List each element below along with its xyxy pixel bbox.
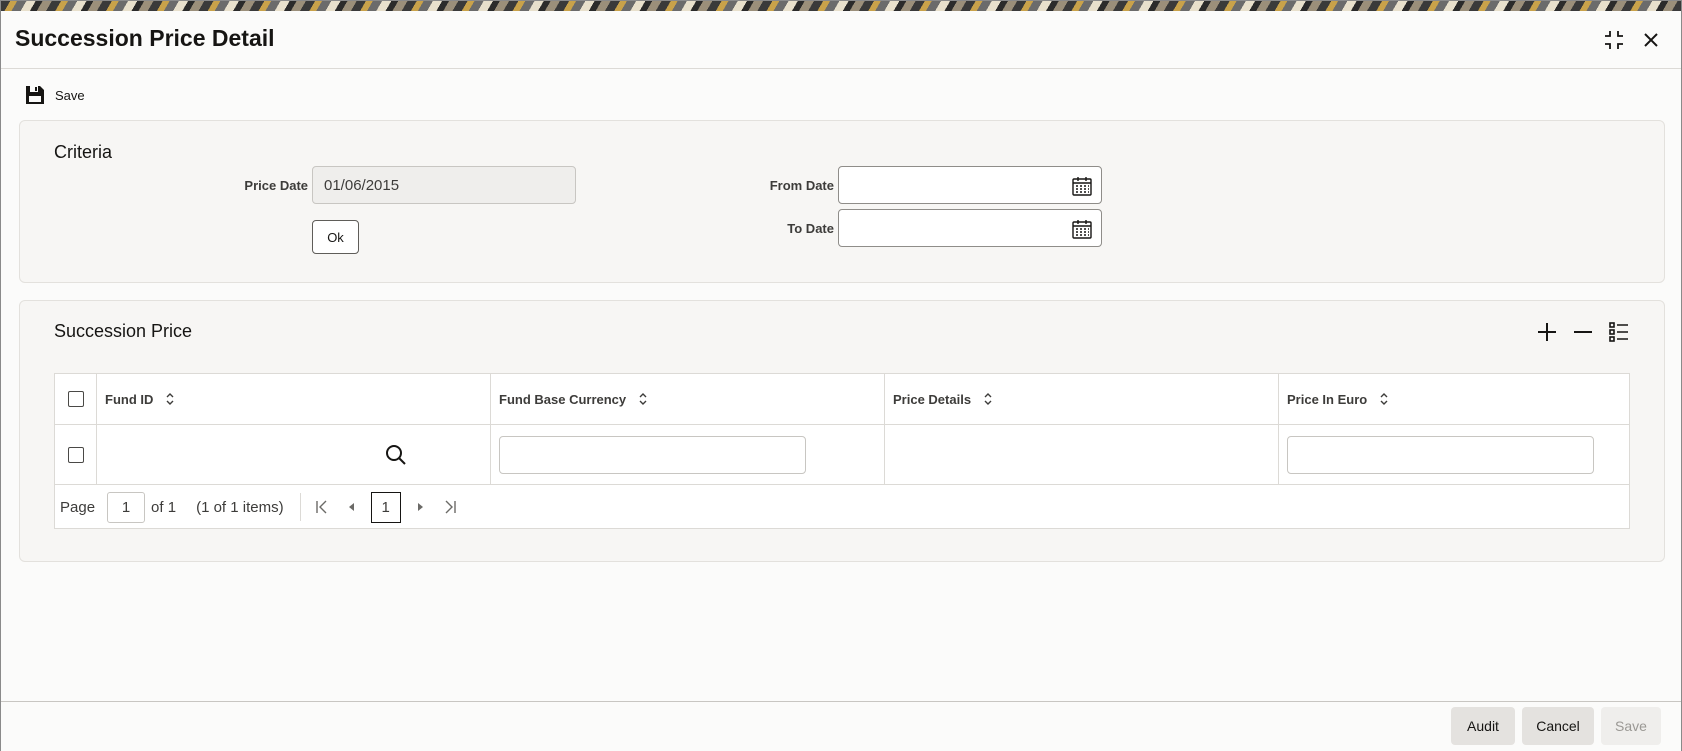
header-select-cell <box>55 374 97 424</box>
sort-icon[interactable] <box>638 392 648 406</box>
column-header-price-in-euro[interactable]: Price In Euro <box>1279 374 1629 424</box>
column-header-label: Fund ID <box>105 391 154 407</box>
calendar-icon[interactable] <box>1071 218 1093 240</box>
fund-base-currency-cell <box>491 425 885 484</box>
cancel-button[interactable]: Cancel <box>1522 707 1594 745</box>
audit-button[interactable]: Audit <box>1451 707 1515 745</box>
column-header-fund-base-currency[interactable]: Fund Base Currency <box>491 374 885 424</box>
next-page-icon[interactable] <box>405 492 435 522</box>
header-banner <box>1 1 1681 11</box>
sort-icon[interactable] <box>1379 392 1389 406</box>
table-row <box>55 425 1629 485</box>
previous-page-icon[interactable] <box>337 492 367 522</box>
items-count-label: (1 of 1 items) <box>196 498 284 516</box>
sort-icon[interactable] <box>165 392 175 406</box>
from-date-field[interactable] <box>838 166 1102 204</box>
fund-id-cell[interactable] <box>97 425 491 484</box>
last-page-icon[interactable] <box>435 492 465 522</box>
toolbar-save-button[interactable]: Save <box>25 83 85 107</box>
toolbar-save-label: Save <box>55 87 85 103</box>
succession-price-title: Succession Price <box>54 321 193 341</box>
fund-base-currency-input[interactable] <box>499 435 806 474</box>
table-toolbar <box>1536 321 1630 343</box>
footer-bar: Audit Cancel Save <box>1 701 1681 751</box>
title-bar: Succession Price Detail <box>1 11 1681 69</box>
succession-price-panel: Succession Price Fund ID Fund Base Curre… <box>19 300 1665 562</box>
search-icon[interactable] <box>384 443 408 467</box>
to-date-field[interactable] <box>838 209 1102 247</box>
column-header-label: Price In Euro <box>1287 391 1368 407</box>
column-header-label: Fund Base Currency <box>499 391 627 407</box>
dialog-window: Succession Price Detail Save Criteria Pr… <box>0 0 1682 751</box>
row-select-cell <box>55 425 97 484</box>
page-of-label: of 1 <box>151 498 177 516</box>
column-header-fund-id[interactable]: Fund ID <box>97 374 491 424</box>
table-header: Fund ID Fund Base Currency Price Details <box>55 374 1629 425</box>
sort-icon[interactable] <box>983 392 993 406</box>
pager-divider <box>299 493 301 521</box>
page-label: Page <box>60 498 96 516</box>
column-header-label: Price Details <box>893 391 972 407</box>
pagination-bar: Page 1 of 1 (1 of 1 items) 1 <box>55 485 1629 529</box>
price-in-euro-input[interactable] <box>1287 435 1594 474</box>
maximize-icon[interactable] <box>1601 27 1627 53</box>
calendar-icon[interactable] <box>1071 175 1093 197</box>
page-title: Succession Price Detail <box>15 25 275 51</box>
minus-icon[interactable] <box>1572 321 1594 343</box>
page-number-input[interactable]: 1 <box>107 491 146 523</box>
price-details-cell <box>885 425 1279 484</box>
criteria-title: Criteria <box>54 142 113 162</box>
price-in-euro-cell <box>1279 425 1629 484</box>
row-checkbox[interactable] <box>67 446 84 463</box>
current-page-button[interactable]: 1 <box>370 491 401 523</box>
list-view-icon[interactable] <box>1608 321 1630 343</box>
footer-save-button[interactable]: Save <box>1601 707 1661 745</box>
column-header-price-details[interactable]: Price Details <box>885 374 1279 424</box>
criteria-panel: Criteria Price Date 01/06/2015 Ok From D… <box>19 120 1665 283</box>
select-all-checkbox[interactable] <box>67 391 84 407</box>
succession-price-table: Fund ID Fund Base Currency Price Details <box>54 373 1630 529</box>
ok-button[interactable]: Ok <box>312 220 359 254</box>
floppy-disk-icon <box>26 86 44 104</box>
close-icon[interactable] <box>1638 27 1664 53</box>
first-page-icon[interactable] <box>307 492 337 522</box>
to-date-label: To Date <box>787 221 834 236</box>
price-date-field[interactable]: 01/06/2015 <box>312 166 576 204</box>
from-date-label: From Date <box>769 178 834 193</box>
price-date-label: Price Date <box>244 178 308 193</box>
plus-icon[interactable] <box>1536 321 1558 343</box>
